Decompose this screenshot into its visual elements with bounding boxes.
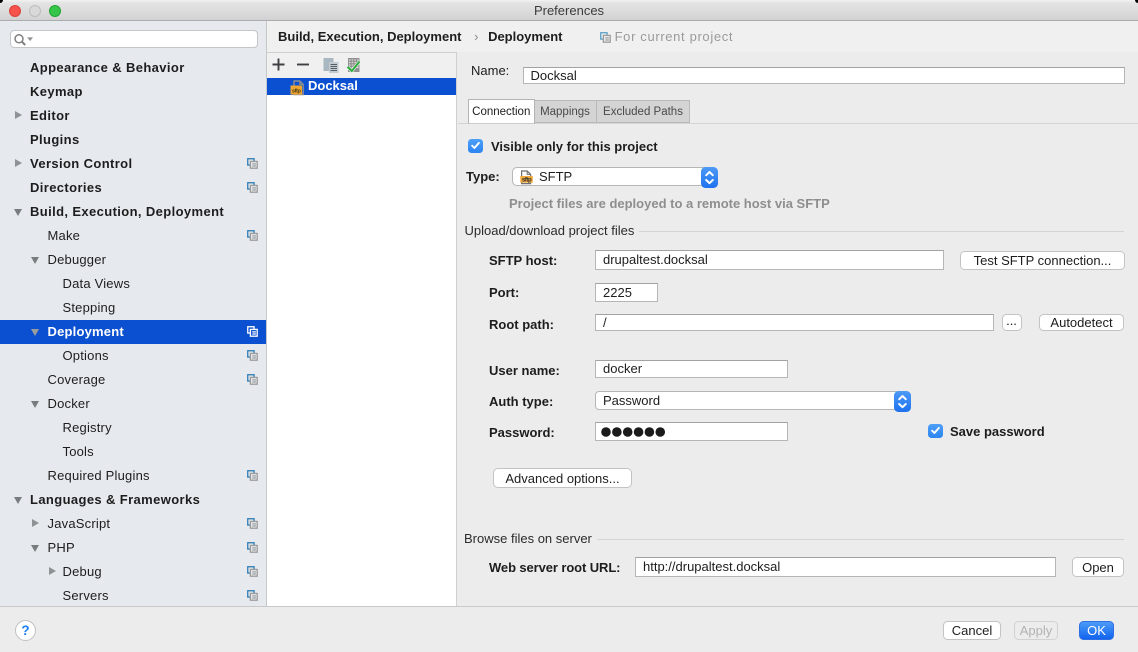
svg-text:sftp: sftp [291,88,301,94]
svg-text:sftp: sftp [522,177,532,183]
